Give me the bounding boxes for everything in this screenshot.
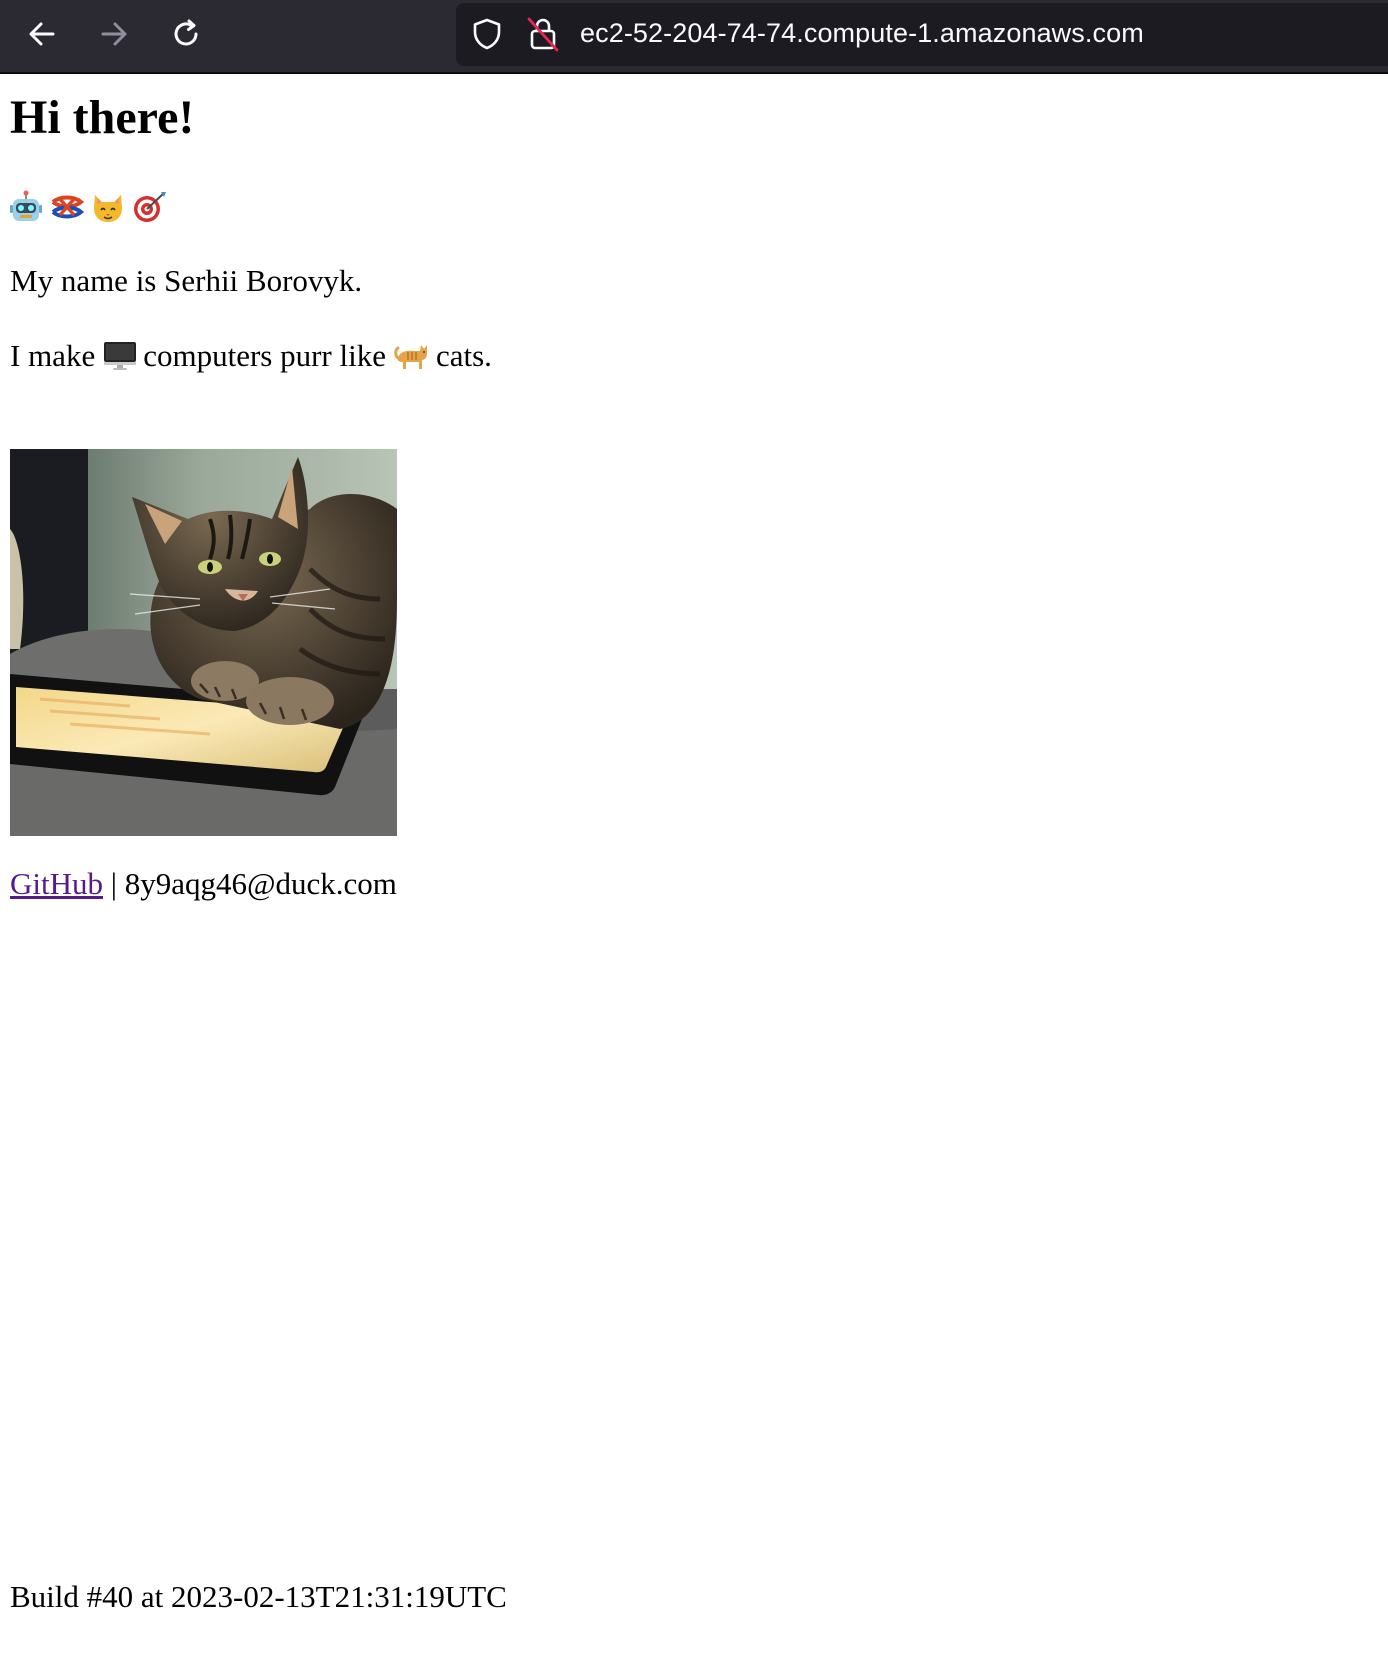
page-heading: Hi there!: [10, 91, 195, 144]
tagline-after: cats.: [435, 338, 492, 373]
back-button[interactable]: [20, 12, 64, 56]
cat-on-tablet-photo: [10, 449, 397, 836]
reload-button[interactable]: [164, 12, 208, 56]
robot-icon: [10, 190, 42, 221]
tagline: I make computers purr like cats.: [10, 338, 492, 374]
reload-icon: [174, 19, 198, 46]
url-text[interactable]: ec2-52-204-74-74.compute-1.amazonaws.com: [580, 18, 1144, 49]
cat-icon: [394, 345, 427, 369]
tracking-protection-shield-icon[interactable]: [470, 17, 504, 51]
forward-button[interactable]: [92, 12, 136, 56]
contact-line: GitHub | 8y9aqg46@duck.com: [10, 866, 397, 902]
arrow-right-icon: [101, 22, 127, 46]
insecure-lock-icon[interactable]: [526, 16, 560, 52]
email-text: 8y9aqg46@duck.com: [124, 866, 397, 901]
tagline-middle: computers purr like: [143, 338, 386, 373]
address-bar[interactable]: ec2-52-204-74-74.compute-1.amazonaws.com: [456, 3, 1388, 66]
cat-face-icon: [94, 195, 122, 222]
emoji-row: [10, 190, 168, 226]
github-link[interactable]: GitHub: [10, 866, 103, 901]
name-line: My name is Serhii Borovyk.: [10, 263, 363, 298]
dart-target-icon: [134, 192, 166, 222]
browser-toolbar: ec2-52-204-74-74.compute-1.amazonaws.com: [0, 0, 1388, 74]
arrow-left-icon: [29, 22, 55, 46]
contact-separator: |: [103, 866, 125, 901]
desktop-computer-icon: [104, 342, 137, 370]
knot-icon: [51, 195, 84, 219]
build-info: Build #40 at 2023-02-13T21:31:19UTC: [10, 1579, 507, 1614]
tagline-before: I make: [10, 338, 96, 373]
